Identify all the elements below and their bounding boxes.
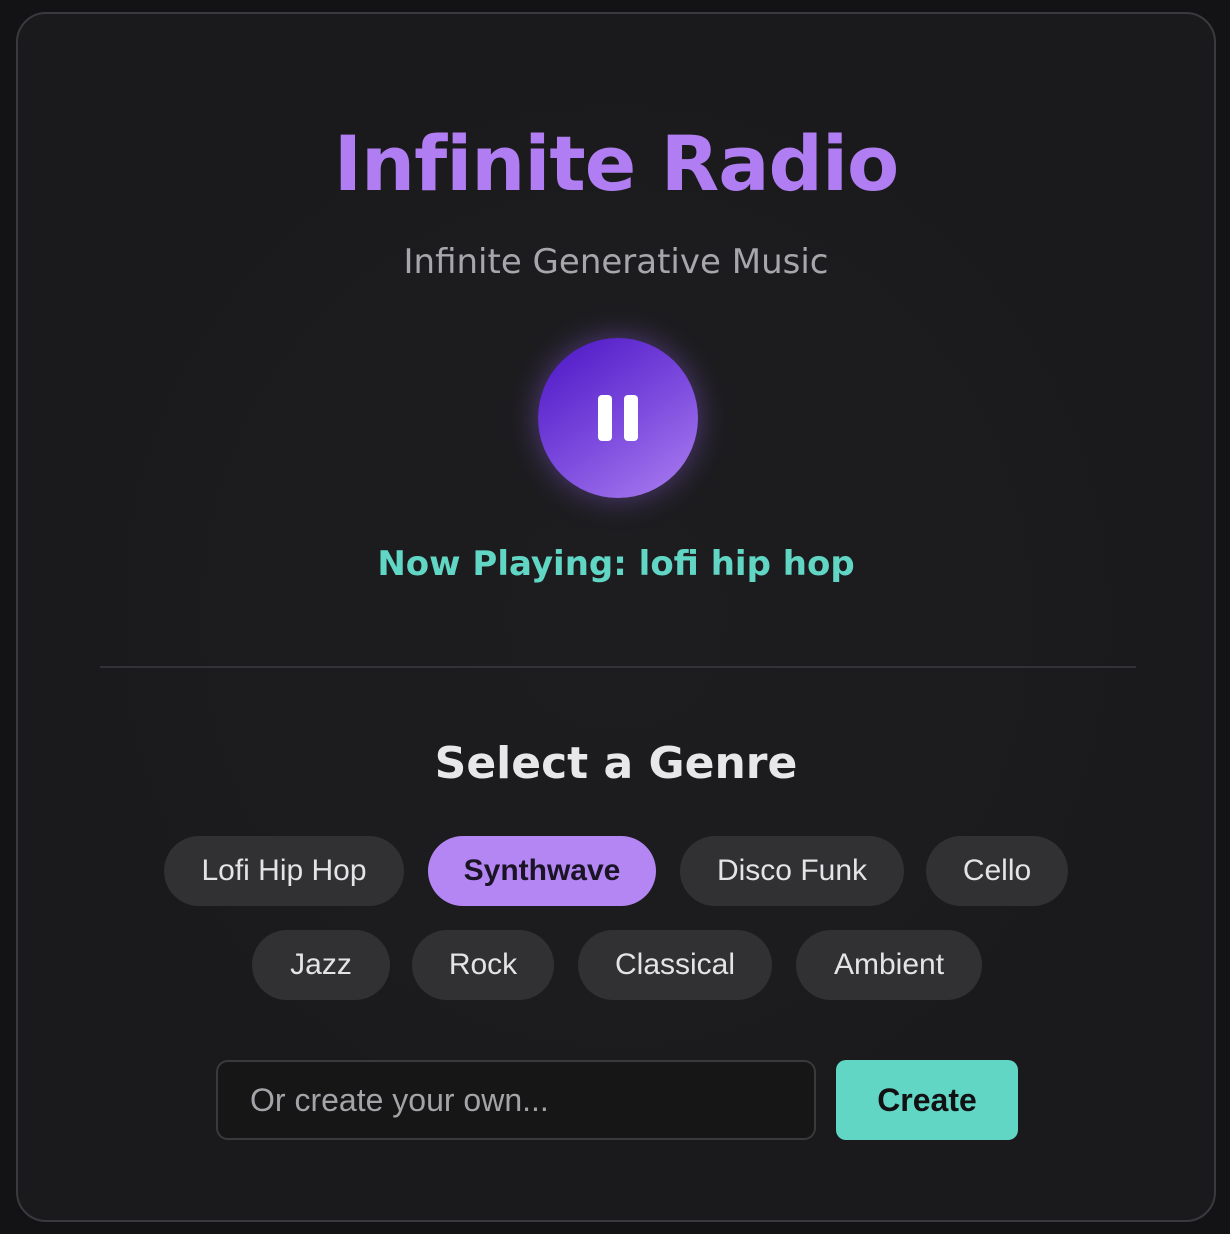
section-divider	[100, 666, 1136, 668]
genre-chip-disco-funk[interactable]: Disco Funk	[680, 836, 904, 906]
radio-card: Infinite Radio Infinite Generative Music…	[16, 12, 1216, 1222]
custom-genre-input[interactable]	[216, 1060, 816, 1140]
genre-chip-ambient[interactable]: Ambient	[796, 930, 982, 1000]
app-title: Infinite Radio	[333, 119, 899, 208]
genre-heading: Select a Genre	[434, 738, 798, 789]
genre-chip-synthwave[interactable]: Synthwave	[428, 836, 656, 906]
genre-chip-classical[interactable]: Classical	[578, 930, 772, 1000]
now-playing-label: Now Playing: lofi hip hop	[377, 544, 855, 584]
app-subtitle: Infinite Generative Music	[403, 242, 829, 282]
genre-chip-cello[interactable]: Cello	[926, 836, 1068, 906]
pause-icon-bar-left	[598, 395, 612, 441]
genre-chip-rock[interactable]: Rock	[412, 930, 554, 1000]
genre-chip-jazz[interactable]: Jazz	[252, 930, 390, 1000]
genre-chip-lofi-hip-hop[interactable]: Lofi Hip Hop	[164, 836, 404, 906]
play-pause-button[interactable]	[538, 338, 698, 498]
pause-icon-bar-right	[624, 395, 638, 441]
create-button[interactable]: Create	[836, 1060, 1018, 1140]
